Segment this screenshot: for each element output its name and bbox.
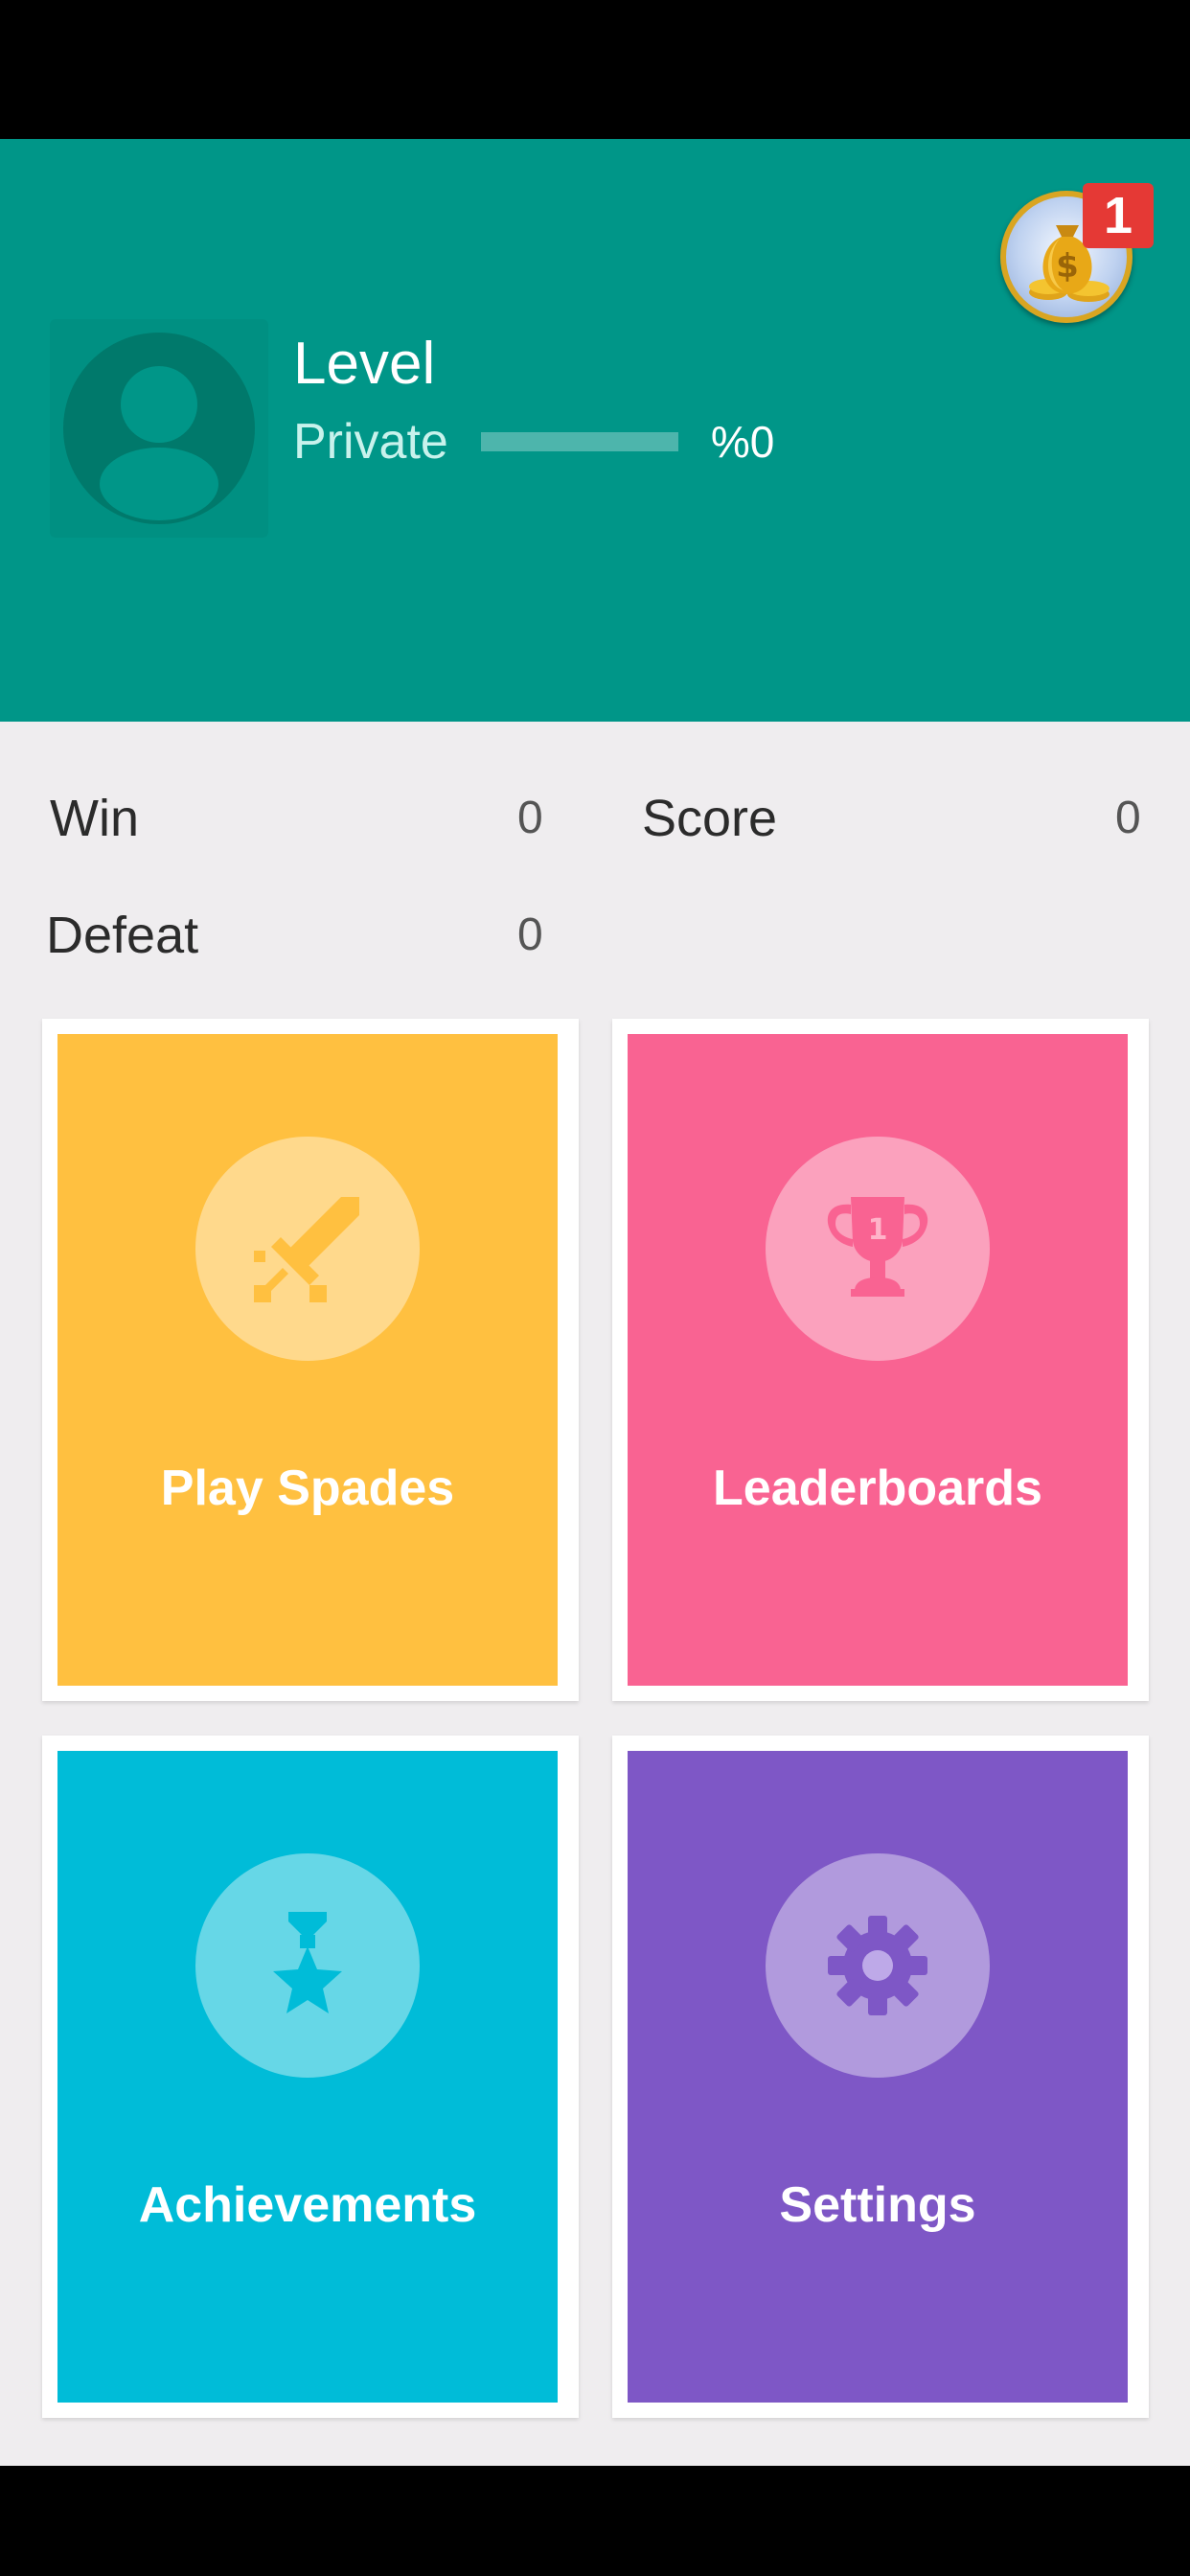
tile-frame-settings: Settings <box>612 1736 1149 2418</box>
avatar-button[interactable] <box>50 319 268 538</box>
win-value: 0 <box>517 793 543 843</box>
settings-label: Settings <box>779 2177 976 2233</box>
play-spades-label: Play Spades <box>160 1460 455 1516</box>
medal-icon <box>273 1912 342 2013</box>
leaderboards-icon-circle: 1 <box>766 1137 990 1361</box>
leaderboards-button[interactable]: 1 Leaderboards <box>628 1034 1128 1686</box>
svg-text:$: $ <box>1056 247 1079 286</box>
score-label: Score <box>642 790 778 847</box>
achievements-button[interactable]: Achievements <box>57 1751 558 2403</box>
level-progress-text: %0 <box>710 417 775 467</box>
achievements-icon-circle <box>195 1853 420 2078</box>
rank-label: Private <box>293 414 448 470</box>
level-title: Level <box>293 331 436 397</box>
play-icon-circle <box>195 1137 420 1361</box>
trophy-icon: 1 <box>827 1197 928 1297</box>
tile-frame-achievements: Achievements <box>42 1736 579 2418</box>
gear-icon <box>828 1916 927 2015</box>
main-menu: Level Private %0 $ 1 Win 0 Score 0 Defea… <box>0 139 1190 2466</box>
settings-icon-circle <box>766 1853 990 2078</box>
svg-text:1: 1 <box>868 1213 888 1247</box>
settings-button[interactable]: Settings <box>628 1751 1128 2403</box>
achievements-label: Achievements <box>138 2177 477 2233</box>
defeat-value: 0 <box>517 909 543 960</box>
play-spades-button[interactable]: Play Spades <box>57 1034 558 1686</box>
defeat-label: Defeat <box>46 907 199 964</box>
leaderboards-label: Leaderboards <box>713 1460 1042 1516</box>
tile-frame-play: Play Spades <box>42 1019 579 1701</box>
tile-frame-leaderboards: 1 Leaderboards <box>612 1019 1149 1701</box>
win-label: Win <box>50 790 139 847</box>
profile-header: Level Private %0 $ 1 <box>0 139 1190 722</box>
level-progress-bar <box>480 432 678 451</box>
user-silhouette-icon <box>100 366 218 520</box>
coins-badge: 1 <box>1083 183 1154 248</box>
score-value: 0 <box>1115 793 1141 843</box>
sword-icon <box>254 1197 359 1302</box>
screen: Level Private %0 $ 1 Win 0 Score 0 Defea… <box>0 0 1190 2576</box>
avatar <box>63 333 255 524</box>
rank-row: Private %0 <box>293 413 774 471</box>
